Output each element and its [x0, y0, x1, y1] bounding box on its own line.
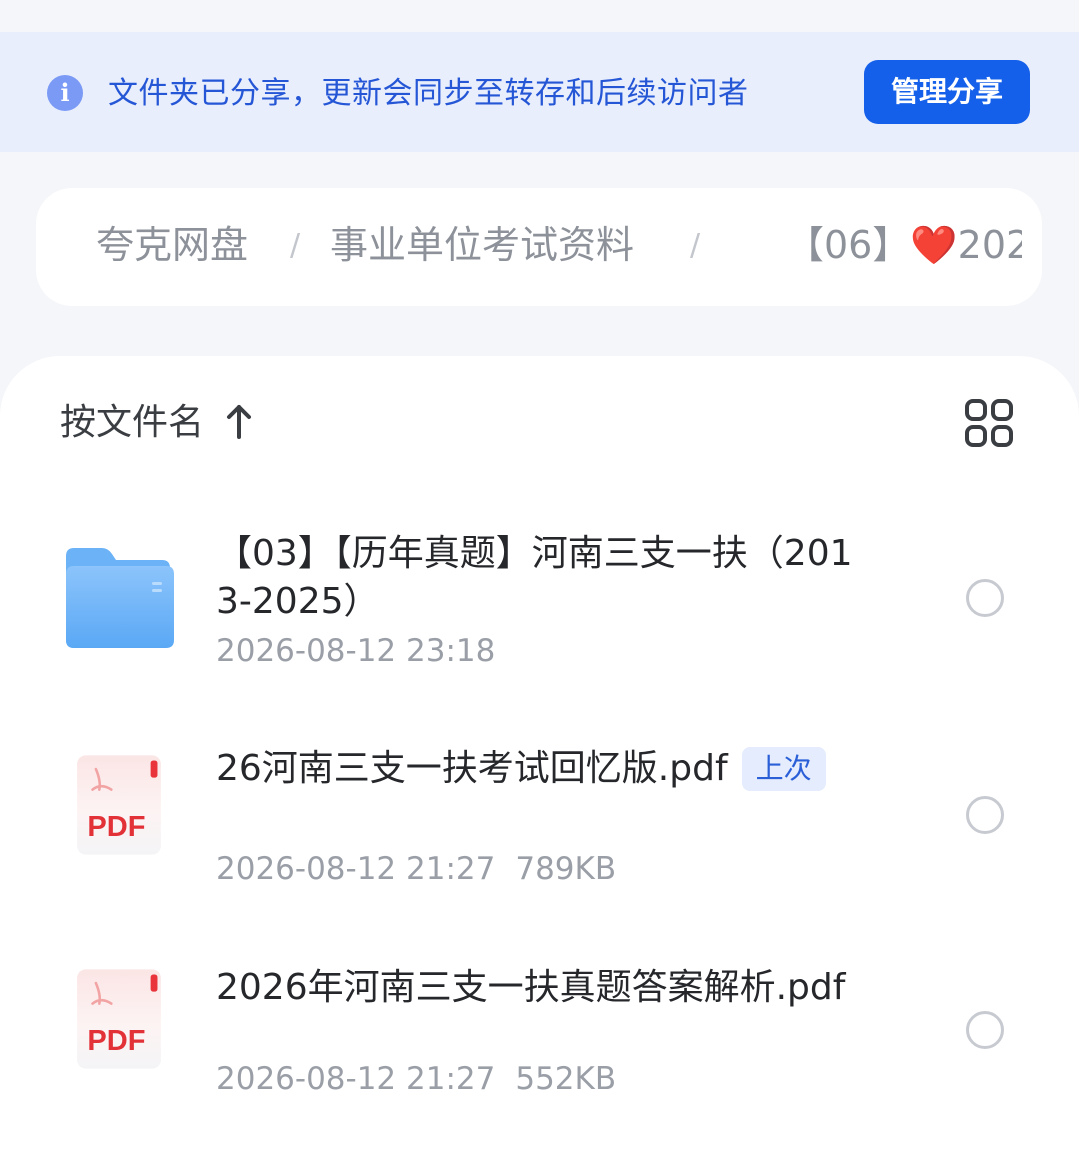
pdf-label: PDF	[87, 811, 145, 843]
file-name[interactable]: 2026年河南三支一扶真题答案解析.pdf	[216, 964, 866, 1012]
last-opened-badge: 上次	[741, 747, 826, 791]
status-bar-area	[0, 0, 1079, 32]
sort-ascending-arrow-icon[interactable]	[224, 404, 254, 440]
breadcrumb-item-current[interactable]: 【06】❤️2026	[786, 216, 1022, 274]
file-meta: 2026-08-12 21:27 552KB	[216, 1058, 616, 1100]
grid-view-icon[interactable]	[964, 398, 1014, 448]
breadcrumb-separator: /	[690, 228, 701, 263]
select-radio[interactable]	[966, 796, 1004, 834]
file-size: 552KB	[515, 1061, 617, 1097]
pdf-icon: PDF	[77, 755, 161, 855]
sort-by-name-label[interactable]: 按文件名	[60, 397, 204, 449]
select-radio[interactable]	[966, 1011, 1004, 1049]
breadcrumb-separator: /	[290, 228, 301, 263]
file-meta: 2026-08-12 21:27 789KB	[216, 848, 616, 890]
file-date: 2026-08-12 21:27	[216, 1061, 496, 1097]
file-meta: 2026-08-12 23:18	[216, 630, 495, 672]
file-name[interactable]: 【03】【历年真题】河南三支一扶（2013-2025）	[216, 530, 866, 626]
share-notice-text: 文件夹已分享，更新会同步至转存和后续访问者	[108, 76, 749, 111]
breadcrumb-item-folder[interactable]: 事业单位考试资料	[330, 216, 634, 274]
info-icon: i	[47, 75, 83, 111]
pdf-icon: PDF	[77, 969, 161, 1069]
file-date: 2026-08-12 21:27	[216, 851, 496, 887]
file-date: 2026-08-12 23:18	[216, 633, 496, 669]
breadcrumb-current-label: 【06】❤️2026	[786, 223, 1022, 267]
file-size: 789KB	[515, 851, 617, 887]
manage-share-button[interactable]: 管理分享	[864, 60, 1030, 124]
file-name-text: 26河南三支一扶考试回忆版.pdf	[216, 748, 728, 789]
file-name[interactable]: 26河南三支一扶考试回忆版.pdf 上次	[216, 745, 866, 793]
pdf-label: PDF	[87, 1025, 145, 1057]
breadcrumb-item-root[interactable]: 夸克网盘	[96, 216, 248, 274]
folder-icon	[66, 548, 174, 648]
select-radio[interactable]	[966, 579, 1004, 617]
breadcrumb: 夸克网盘 / 事业单位考试资料 / 【06】❤️2026	[36, 188, 1042, 306]
